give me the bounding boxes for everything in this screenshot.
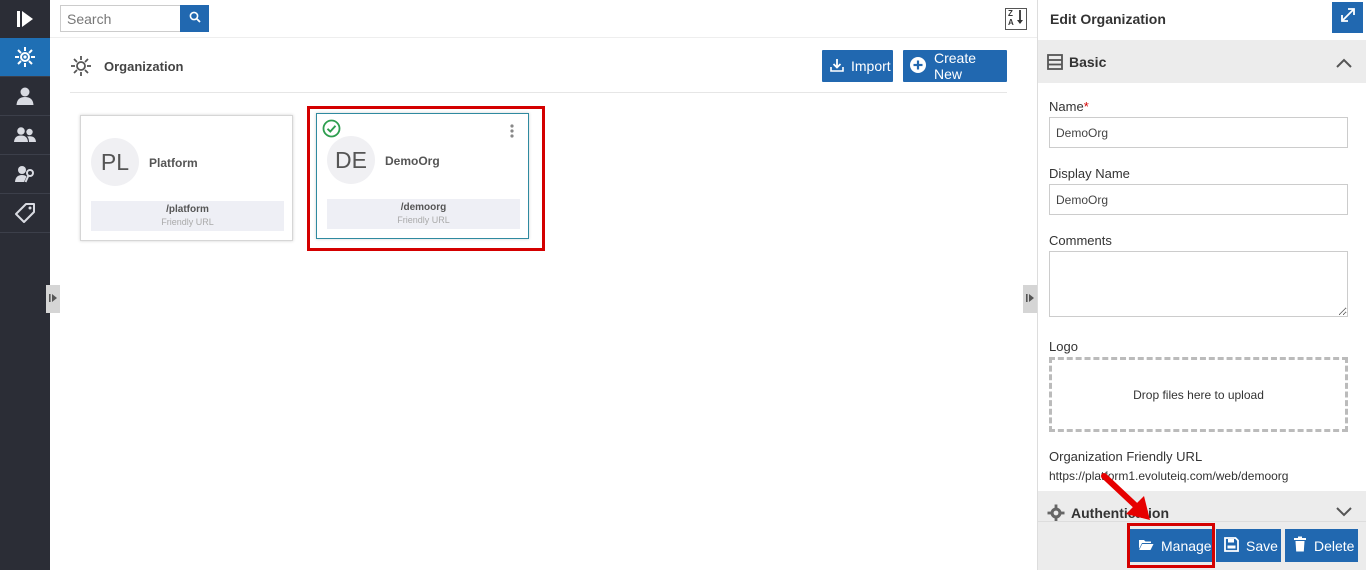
org-card-url-hint: Friendly URL <box>397 215 450 225</box>
manage-button[interactable]: Manage <box>1130 529 1212 562</box>
org-card-url-hint: Friendly URL <box>161 217 214 227</box>
top-toolbar: ZA <box>50 0 1037 38</box>
organization-section-icon <box>70 55 92 82</box>
page-title: Organization <box>104 59 184 74</box>
display-name-label: Display Name <box>1049 166 1130 181</box>
app-window: ZA Organization Import Create New <box>0 0 1366 570</box>
authentication-section-header[interactable]: Authentication <box>1038 491 1366 521</box>
nav-organization[interactable] <box>0 38 50 77</box>
chevron-right-icon <box>49 290 57 308</box>
avatar: PL <box>91 138 139 186</box>
gear-icon <box>1047 504 1065 521</box>
download-icon <box>830 58 844 75</box>
chevron-down-icon <box>1336 504 1352 521</box>
org-card-url: /demoorg Friendly URL <box>327 199 520 229</box>
trash-icon <box>1293 536 1307 555</box>
create-new-button[interactable]: Create New <box>903 50 1007 82</box>
organization-icon <box>14 46 36 68</box>
more-options-icon[interactable] <box>510 124 514 143</box>
right-collapse-handle[interactable] <box>1023 285 1037 313</box>
left-nav <box>0 0 50 570</box>
expand-button[interactable] <box>1332 2 1363 33</box>
manage-label: Manage <box>1161 537 1212 554</box>
save-button[interactable]: Save <box>1216 529 1281 562</box>
chevron-right-icon <box>1026 290 1034 308</box>
plus-circle-icon <box>909 56 927 77</box>
avatar: DE <box>327 136 375 184</box>
delete-label: Delete <box>1314 537 1355 554</box>
chevron-up-icon <box>1336 55 1352 73</box>
nav-users[interactable] <box>0 77 50 116</box>
org-card-platform[interactable]: PL Platform /platform Friendly URL <box>80 115 293 241</box>
panel-title: Edit Organization <box>1050 11 1166 27</box>
name-label-text: Name <box>1049 99 1084 114</box>
name-field[interactable] <box>1049 117 1348 148</box>
form-icon <box>1047 54 1063 75</box>
required-mark: * <box>1083 99 1089 114</box>
display-name-field[interactable] <box>1049 184 1348 215</box>
user-key-icon <box>14 164 36 184</box>
sort-az-icon: ZA <box>1007 8 1025 31</box>
annotation-arrow-icon <box>1101 473 1150 520</box>
users-group-icon <box>13 125 37 145</box>
panel-header: Edit Organization <box>1038 0 1366 38</box>
nav-groups[interactable] <box>0 116 50 155</box>
org-card-name: Platform <box>149 156 198 170</box>
nav-tags[interactable] <box>0 194 50 233</box>
comments-field[interactable] <box>1049 251 1348 317</box>
logo-dropzone[interactable]: Drop files here to upload <box>1049 357 1348 432</box>
name-label: Name* <box>1049 99 1089 114</box>
folder-open-icon <box>1138 538 1154 554</box>
org-card-url-path: /platform <box>166 204 209 215</box>
save-icon <box>1224 536 1239 555</box>
comments-label: Comments <box>1049 233 1112 248</box>
main-area: ZA Organization Import Create New <box>46 0 1037 570</box>
org-card-name: DemoOrg <box>385 154 440 168</box>
save-label: Save <box>1246 537 1278 554</box>
basic-section-header[interactable]: Basic <box>1038 40 1366 83</box>
delete-button[interactable]: Delete <box>1285 529 1358 562</box>
panel-footer: Manage Save Delete <box>1038 521 1366 570</box>
user-icon <box>15 86 35 106</box>
search-button[interactable] <box>180 5 209 32</box>
logo-label: Logo <box>1049 339 1078 354</box>
org-card-url-path: /demoorg <box>400 202 447 213</box>
import-button[interactable]: Import <box>822 50 893 82</box>
import-label: Import <box>851 58 891 74</box>
svg-text:A: A <box>1008 18 1014 26</box>
nav-user-roles[interactable] <box>0 155 50 194</box>
friendly-url-label: Organization Friendly URL <box>1049 449 1203 464</box>
create-new-label: Create New <box>934 50 977 82</box>
basic-section-label: Basic <box>1069 54 1107 70</box>
edit-organization-panel: Edit Organization Basic Name* Display Na… <box>1037 0 1366 570</box>
tag-icon <box>14 202 36 224</box>
expand-icon <box>1340 7 1356 28</box>
left-collapse-handle[interactable] <box>46 285 60 313</box>
sort-az-button[interactable]: ZA <box>1005 8 1027 30</box>
org-card-demoorg[interactable]: DE DemoOrg /demoorg Friendly URL <box>316 113 529 239</box>
org-card-url: /platform Friendly URL <box>91 201 284 231</box>
search-input[interactable] <box>60 5 181 32</box>
friendly-url-value: https://platform1.evoluteiq.com/web/demo… <box>1049 469 1289 483</box>
dropzone-text: Drop files here to upload <box>1133 387 1264 402</box>
organization-header: Organization Import Create New <box>70 50 1007 93</box>
search-icon <box>189 11 201 26</box>
svg-text:Z: Z <box>1008 9 1013 18</box>
logo-icon[interactable] <box>0 0 50 38</box>
